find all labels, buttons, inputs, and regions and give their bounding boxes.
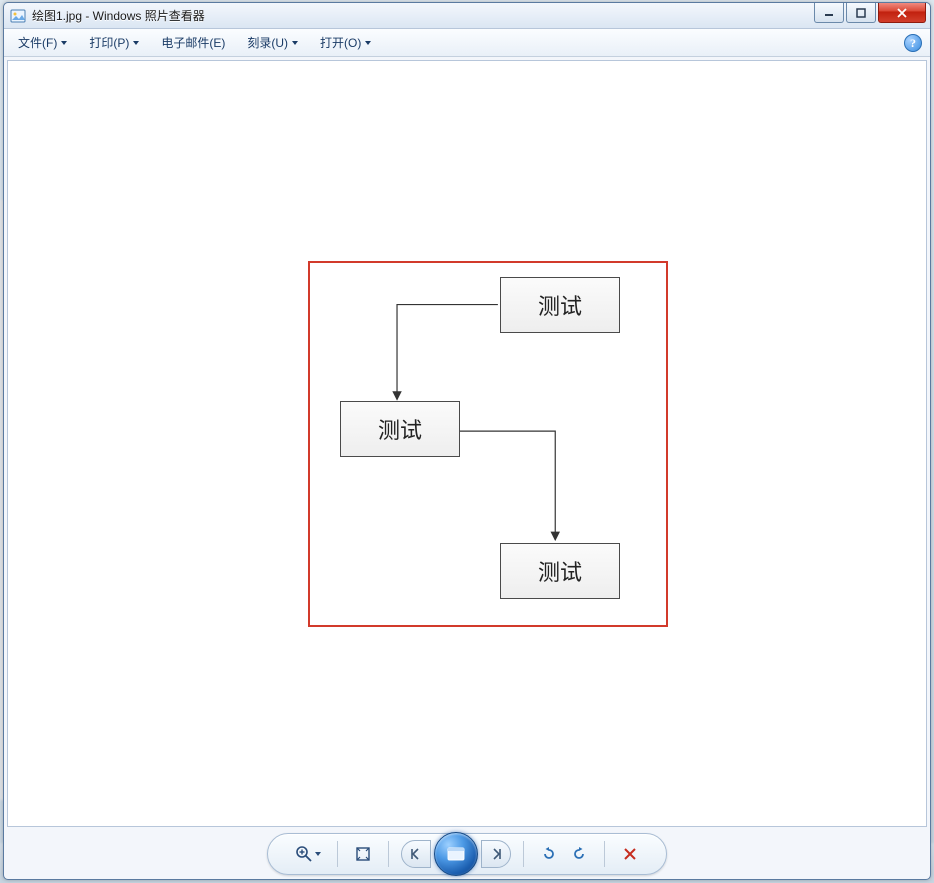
flow-node-2: 测试 <box>340 401 460 457</box>
flow-node-3: 测试 <box>500 543 620 599</box>
toolbar-separator <box>388 841 389 867</box>
toolbar-separator <box>337 841 338 867</box>
menu-file[interactable]: 文件(F) <box>12 31 73 54</box>
menu-open[interactable]: 打开(O) <box>314 31 377 54</box>
chevron-down-icon <box>61 41 67 45</box>
titlebar[interactable]: 绘图1.jpg - Windows 照片查看器 <box>4 3 930 29</box>
flow-node-3-label: 测试 <box>538 555 582 587</box>
previous-button[interactable] <box>401 840 431 868</box>
chevron-down-icon <box>315 852 321 856</box>
menu-burn[interactable]: 刻录(U) <box>241 31 304 54</box>
close-button[interactable] <box>878 3 926 23</box>
help-button[interactable]: ? <box>904 34 922 52</box>
photo-viewer-window: 绘图1.jpg - Windows 照片查看器 文件(F) 打印(P) 电子邮件… <box>3 2 931 880</box>
maximize-button[interactable] <box>846 3 876 23</box>
flow-node-1: 测试 <box>500 277 620 333</box>
menu-open-label: 打开(O) <box>320 34 361 51</box>
menu-burn-label: 刻录(U) <box>247 34 288 51</box>
help-icon-label: ? <box>910 36 916 51</box>
zoom-button[interactable] <box>291 841 325 867</box>
menu-email[interactable]: 电子邮件(E) <box>155 31 231 54</box>
nav-controls <box>401 832 511 876</box>
window-controls <box>814 3 926 23</box>
chevron-down-icon <box>133 41 139 45</box>
slideshow-button[interactable] <box>434 832 478 876</box>
delete-button[interactable] <box>617 841 643 867</box>
displayed-image: 测试 测试 测试 <box>308 261 668 627</box>
flow-node-1-label: 测试 <box>538 289 582 321</box>
menubar: 文件(F) 打印(P) 电子邮件(E) 刻录(U) 打开(O) ? <box>4 29 930 57</box>
menu-print[interactable]: 打印(P) <box>83 31 145 54</box>
menu-print-label: 打印(P) <box>89 34 129 51</box>
minimize-button[interactable] <box>814 3 844 23</box>
app-image-icon <box>10 8 26 24</box>
window-title: 绘图1.jpg - Windows 照片查看器 <box>32 7 205 24</box>
rotate-cw-button[interactable] <box>566 841 592 867</box>
image-canvas[interactable]: 测试 测试 测试 <box>7 60 927 827</box>
toolbar-separator <box>604 841 605 867</box>
menu-file-label: 文件(F) <box>18 34 57 51</box>
chevron-down-icon <box>292 41 298 45</box>
viewer-toolbar <box>267 833 667 875</box>
fit-to-screen-button[interactable] <box>350 841 376 867</box>
rotate-ccw-button[interactable] <box>536 841 562 867</box>
toolbar-separator <box>523 841 524 867</box>
menu-email-label: 电子邮件(E) <box>161 34 225 51</box>
flow-node-2-label: 测试 <box>378 413 422 445</box>
next-button[interactable] <box>481 840 511 868</box>
chevron-down-icon <box>365 41 371 45</box>
